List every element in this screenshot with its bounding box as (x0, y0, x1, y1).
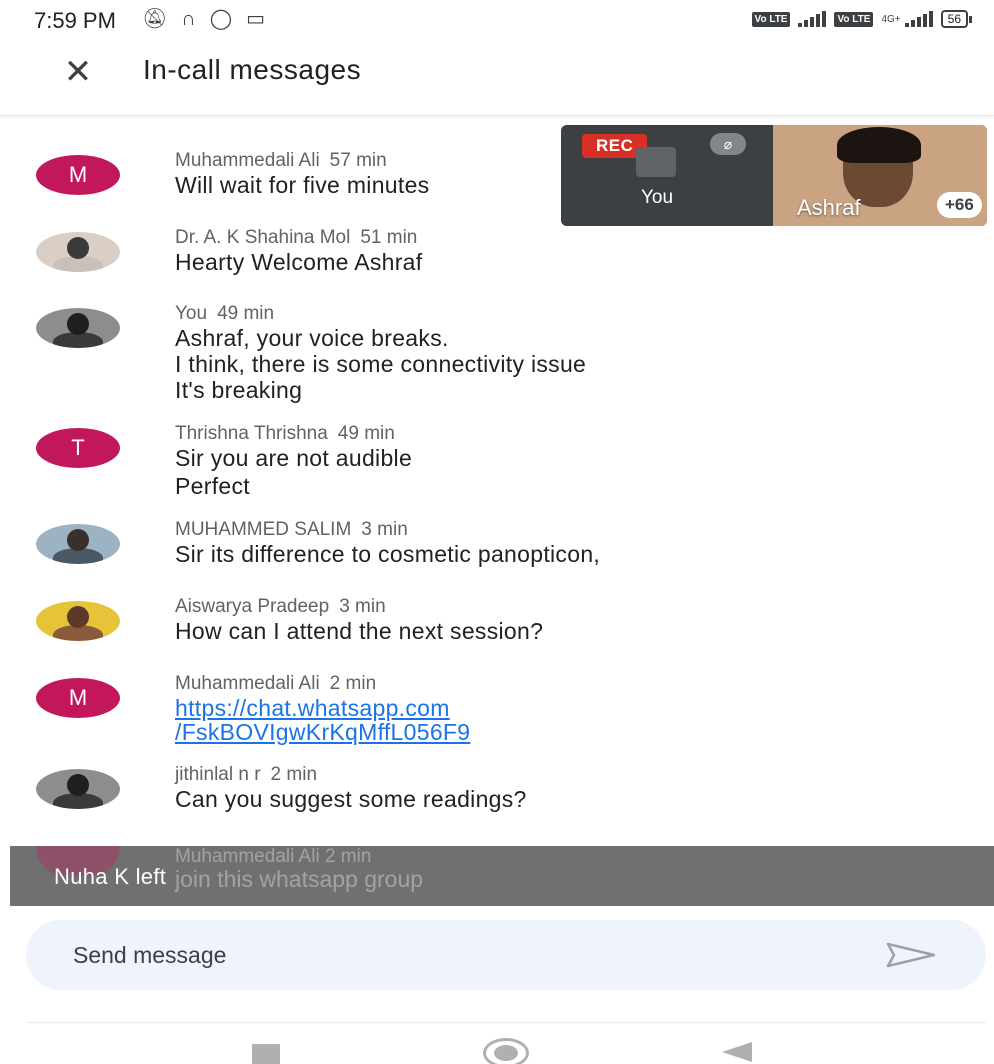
mic-off-icon: ⌀ (710, 133, 746, 155)
close-icon: ✕ (63, 53, 93, 91)
self-label: You (641, 187, 674, 208)
message-text: Hearty Welcome Ashraf (175, 249, 423, 275)
signal-icon (798, 11, 827, 27)
self-video-tile[interactable]: REC ⌀ You (561, 125, 773, 226)
message-sender: jithinlal n r (175, 764, 261, 785)
system-navigation-bar (0, 1030, 994, 1064)
message-sender: Aiswarya Pradeep (175, 596, 330, 617)
message-time: 49 min (337, 423, 395, 444)
message-sender: Dr. A. K Shahina Mol (175, 227, 351, 248)
message-time: 2 min (270, 764, 318, 785)
divider (26, 1022, 986, 1023)
close-button[interactable]: ✕ (58, 52, 98, 92)
call-video-panel[interactable]: REC ⌀ You Ashraf +66 (561, 125, 987, 226)
avatar (36, 601, 120, 641)
message-sender: Thrishna Thrishna (175, 423, 328, 444)
page-title: In-call messages (143, 54, 362, 85)
avatar: M (36, 678, 120, 718)
status-time: 7:59 PM (34, 8, 116, 33)
remote-video-tile[interactable]: Ashraf +66 (773, 125, 987, 226)
message-meta: Thrishna Thrishna 49 min (175, 423, 395, 445)
message-time: 2 min (329, 673, 377, 694)
status-notification-icons: 🔕︎ ∩ ◯ ▭ (142, 8, 265, 30)
message-time: 2 min (324, 846, 372, 867)
message-sender: Muhammedali Ali (175, 673, 320, 694)
message-sender: MUHAMMED SALIM (175, 519, 352, 540)
toast-notification: Muhammedali Ali 2 min join this whatsapp… (10, 846, 994, 906)
message-meta: You 49 min (175, 303, 274, 325)
message-link[interactable]: https://chat.whatsapp.com (175, 695, 450, 722)
send-icon (886, 942, 936, 968)
remote-participant-name: Ashraf (797, 195, 861, 220)
message-time: 3 min (361, 519, 408, 540)
self-video-thumbnail (636, 147, 676, 177)
message-meta: Muhammedali Ali 57 min (175, 150, 387, 172)
message-sender: Muhammedali Ali (175, 150, 320, 171)
message-text: Sir you are not audible (175, 445, 413, 471)
volte-icon-2: Vo LTE (834, 11, 874, 27)
volte-icon: Vo LTE (751, 11, 791, 27)
back-icon[interactable] (722, 1042, 752, 1062)
message-input[interactable] (73, 938, 853, 972)
message-time: 51 min (360, 227, 418, 248)
message-text: join this whatsapp group (175, 866, 424, 892)
battery-indicator: 56 (940, 10, 973, 28)
send-button[interactable] (882, 936, 940, 974)
avatar (36, 308, 120, 348)
remote-participant-hair (837, 127, 921, 163)
message-text: It's breaking (175, 377, 303, 403)
message-text: Perfect (175, 473, 250, 499)
message-sender: You (175, 303, 208, 324)
message-link[interactable]: /FskBOVIgwKrKqMffL056F9 (175, 719, 470, 746)
message-sender: Muhammedali Ali (175, 846, 320, 867)
status-bar: 7:59 PM 🔕︎ ∩ ◯ ▭ Vo LTE Vo LTE 4G+ 56 (0, 0, 994, 40)
message-text: Ashraf, your voice breaks. (175, 325, 449, 351)
recents-icon[interactable] (252, 1044, 280, 1064)
app-header: ✕ In-call messages (0, 40, 994, 116)
message-text: Can you suggest some readings? (175, 786, 527, 812)
message-text: Sir its difference to cosmetic panoptico… (175, 541, 601, 567)
message-composer (26, 920, 986, 990)
message-text: How can I attend the next session? (175, 618, 544, 644)
avatar (36, 524, 120, 564)
toast-text: Nuha K left (54, 864, 167, 889)
avatar: T (36, 428, 120, 468)
status-system-icons: Vo LTE Vo LTE 4G+ 56 (751, 10, 973, 28)
message-meta: Muhammedali Ali 2 min (175, 846, 371, 868)
message-time: 49 min (217, 303, 275, 324)
message-meta: MUHAMMED SALIM 3 min (175, 519, 408, 541)
avatar: M (36, 155, 120, 195)
whatsapp-icon: ◯ (209, 8, 233, 30)
more-participants-badge[interactable]: +66 (937, 192, 982, 218)
message-text: I think, there is some connectivity issu… (175, 351, 587, 377)
notifications-off-icon: 🔕︎ (142, 8, 168, 30)
message-meta: jithinlal n r 2 min (175, 764, 317, 786)
video-icon: ▭ (246, 8, 266, 30)
message-meta: Dr. A. K Shahina Mol 51 min (175, 227, 417, 249)
headset-icon: ∩ (181, 8, 196, 30)
avatar (36, 232, 120, 272)
message-meta: Aiswarya Pradeep 3 min (175, 596, 386, 618)
network-type-label: 4G+ (881, 13, 901, 25)
avatar (36, 769, 120, 809)
message-time: 57 min (329, 150, 387, 171)
signal-icon-2 (904, 11, 933, 27)
home-icon[interactable] (483, 1038, 529, 1064)
message-meta: Muhammedali Ali 2 min (175, 673, 376, 695)
message-time: 3 min (339, 596, 386, 617)
message-text: Will wait for five minutes (175, 172, 430, 198)
